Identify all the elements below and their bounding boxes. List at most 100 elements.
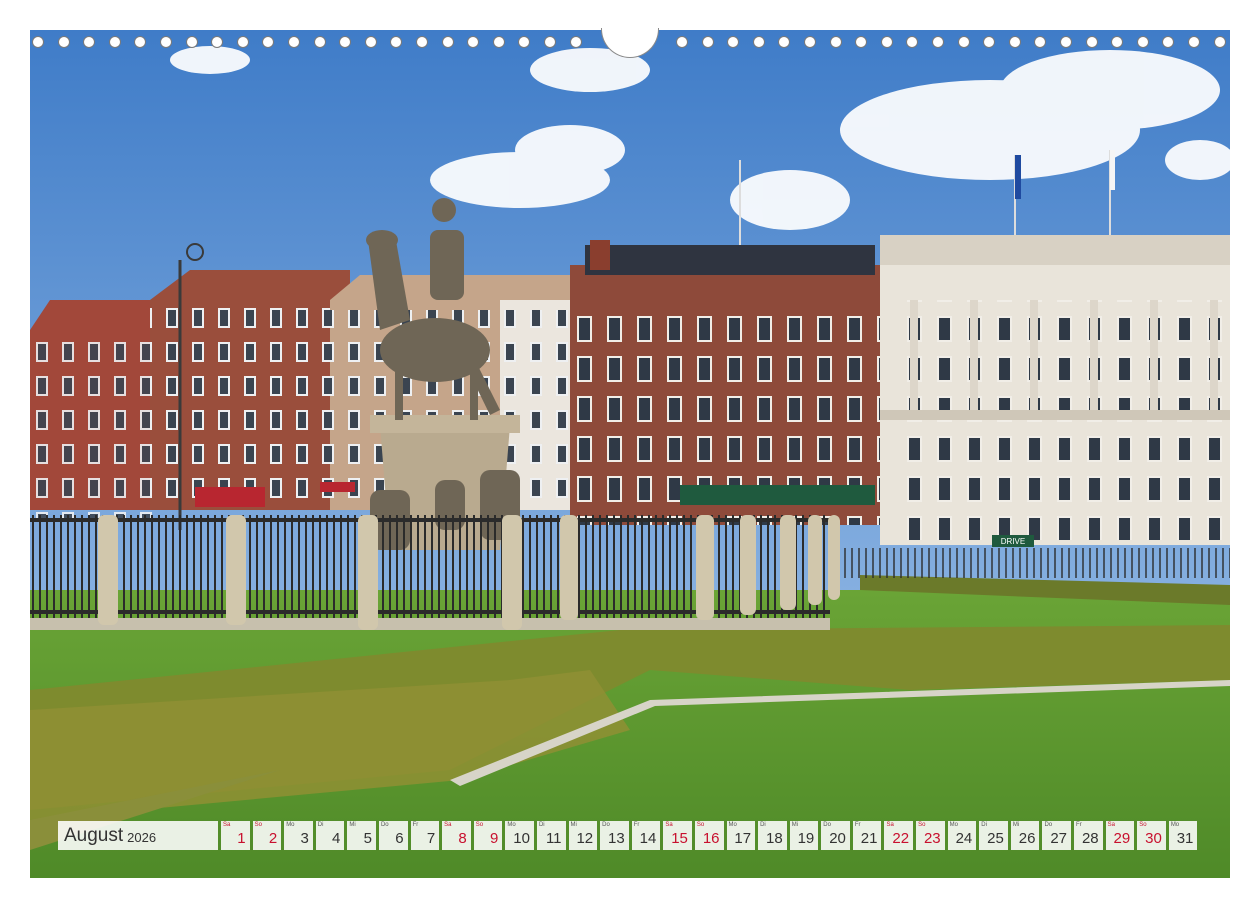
binding-hole bbox=[32, 36, 44, 48]
month-label: August 2026 bbox=[58, 821, 218, 850]
weekday-label: Fr bbox=[412, 822, 419, 828]
binding-hole bbox=[313, 36, 326, 48]
day-cell: Sa 29 bbox=[1105, 821, 1135, 850]
day-cell: Mi 5 bbox=[347, 821, 376, 850]
weekday-label: Do bbox=[1044, 822, 1053, 828]
day-number: 4 bbox=[332, 830, 341, 847]
day-cell: Mo 10 bbox=[505, 821, 534, 850]
day-cell: Mo 31 bbox=[1168, 821, 1198, 850]
day-cell: Mi 12 bbox=[568, 821, 598, 850]
city-square-photo: DRIVE bbox=[30, 30, 1230, 878]
binding-hole bbox=[1136, 36, 1149, 48]
day-cell: Di 4 bbox=[315, 821, 345, 850]
binding-hole bbox=[211, 36, 224, 48]
day-cell: Fr 28 bbox=[1074, 821, 1103, 850]
day-number: 26 bbox=[1018, 830, 1036, 847]
binding-hole bbox=[57, 36, 70, 48]
day-number: 15 bbox=[671, 830, 688, 847]
day-cell: Mo 24 bbox=[947, 821, 977, 850]
day-number: 1 bbox=[237, 830, 246, 847]
weekday-label: So bbox=[918, 822, 926, 828]
binding-hole bbox=[1111, 36, 1124, 48]
weekday-label: Di bbox=[317, 822, 324, 828]
binding-hole bbox=[160, 36, 172, 48]
day-number: 28 bbox=[1081, 830, 1099, 847]
binding-hole bbox=[569, 36, 582, 48]
day-number: 6 bbox=[395, 830, 404, 847]
day-number: 24 bbox=[955, 830, 973, 847]
binding-hole bbox=[1213, 36, 1226, 48]
weekday-label: Sa bbox=[1107, 822, 1115, 828]
binding-hole bbox=[390, 36, 403, 48]
day-cell: So 16 bbox=[694, 821, 724, 850]
weekday-label: Mo bbox=[286, 822, 295, 828]
binding-hole bbox=[364, 36, 377, 48]
weekday-label: Mi bbox=[791, 822, 799, 828]
day-cell: Sa 1 bbox=[221, 821, 250, 850]
day-cell: Sa 22 bbox=[884, 821, 914, 850]
day-cell: Di 11 bbox=[536, 821, 566, 850]
binding-hole bbox=[727, 36, 740, 48]
year-label: 2026 bbox=[127, 829, 157, 845]
day-number: 17 bbox=[734, 830, 752, 847]
weekday-label: Mi bbox=[570, 822, 577, 828]
binding-hole bbox=[185, 36, 198, 48]
day-cell: Di 18 bbox=[758, 821, 787, 850]
weekday-label: So bbox=[475, 822, 484, 828]
binding-hole bbox=[108, 36, 121, 48]
weekday-label: Fr bbox=[1076, 822, 1082, 828]
day-number: 25 bbox=[987, 830, 1004, 847]
day-cell: Fr 7 bbox=[410, 821, 440, 850]
day-cell: Sa 15 bbox=[663, 821, 692, 850]
binding-hole bbox=[1008, 36, 1021, 48]
day-number: 11 bbox=[545, 830, 562, 847]
binding-hole bbox=[1188, 36, 1200, 48]
day-number: 21 bbox=[860, 830, 878, 847]
day-number: 5 bbox=[363, 830, 372, 847]
day-number: 3 bbox=[300, 830, 309, 847]
day-number: 10 bbox=[513, 830, 530, 847]
weekday-label: Fr bbox=[854, 822, 861, 828]
weekday-label: Sa bbox=[223, 822, 231, 828]
day-cell: So 2 bbox=[252, 821, 282, 850]
binding-hole bbox=[1085, 36, 1098, 48]
binding-hole bbox=[1034, 36, 1047, 48]
binding-hole bbox=[441, 36, 454, 48]
binding-hole bbox=[778, 36, 791, 48]
day-number: 22 bbox=[892, 830, 910, 847]
day-cell: Mi 26 bbox=[1010, 821, 1040, 850]
weekday-label: Do bbox=[602, 822, 610, 828]
binding-hole bbox=[676, 36, 688, 48]
day-number: 8 bbox=[458, 830, 467, 847]
day-cell: So 30 bbox=[1137, 821, 1166, 850]
day-cell: Sa 8 bbox=[442, 821, 471, 850]
day-number: 14 bbox=[639, 830, 657, 847]
weekday-label: So bbox=[254, 822, 262, 828]
binding-hole bbox=[855, 36, 868, 48]
binding-hole bbox=[957, 36, 970, 48]
day-number: 31 bbox=[1176, 830, 1194, 847]
day-cell: Mo 17 bbox=[726, 821, 756, 850]
weekday-label: Mo bbox=[507, 822, 516, 828]
weekday-label: Mo bbox=[949, 822, 958, 828]
weekday-label: Do bbox=[380, 822, 389, 828]
day-cell: Do 6 bbox=[378, 821, 408, 850]
weekday-label: Mi bbox=[1012, 822, 1020, 828]
binding-hole bbox=[1162, 36, 1175, 48]
day-number: 7 bbox=[426, 830, 436, 847]
day-number: 23 bbox=[923, 830, 941, 847]
day-number: 30 bbox=[1145, 830, 1162, 847]
weekday-label: Di bbox=[538, 822, 545, 828]
weekday-label: Mo bbox=[728, 822, 737, 828]
day-number: 29 bbox=[1113, 830, 1131, 847]
binding-hole bbox=[906, 36, 919, 48]
day-cell: So 9 bbox=[473, 821, 503, 850]
weekday-label: Mo bbox=[1170, 822, 1180, 828]
binding-hole bbox=[829, 36, 842, 48]
day-cell: Do 20 bbox=[821, 821, 850, 850]
day-number: 18 bbox=[766, 830, 783, 847]
weekday-label: Mi bbox=[349, 822, 356, 828]
day-number: 9 bbox=[490, 830, 499, 847]
month-name: August bbox=[64, 824, 124, 846]
binding-hole bbox=[752, 36, 765, 48]
